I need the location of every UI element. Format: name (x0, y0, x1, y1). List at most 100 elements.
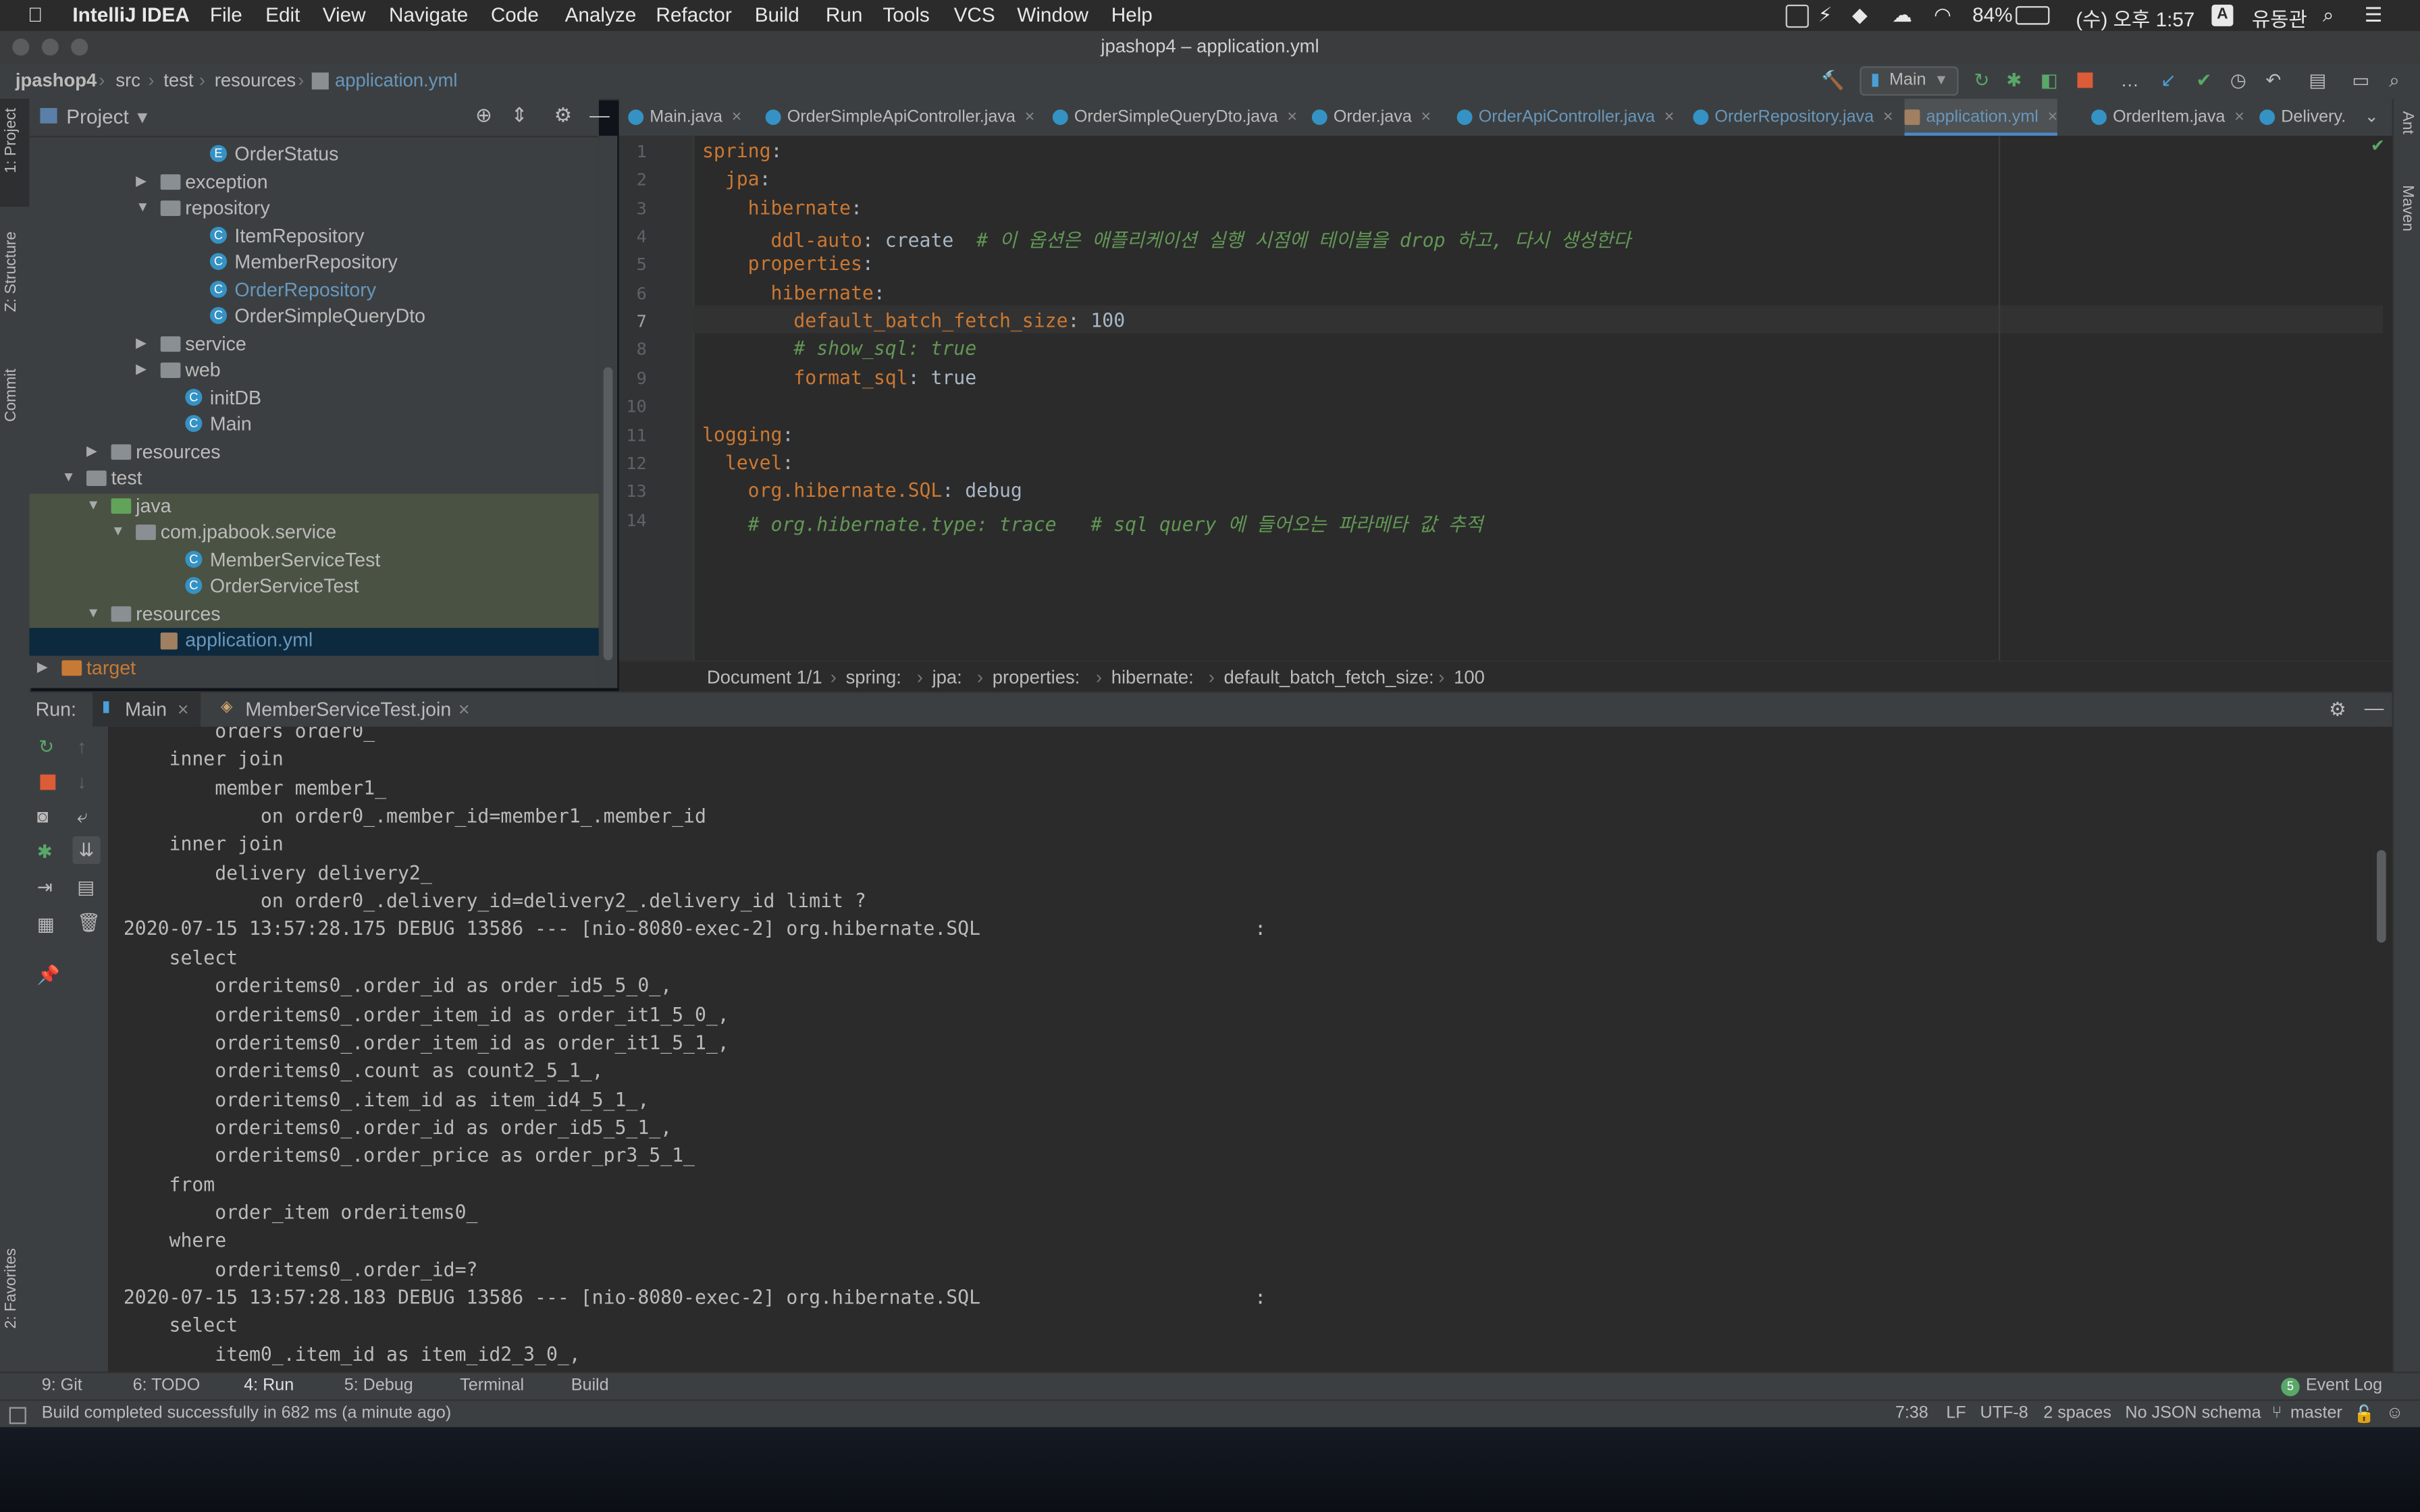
project-view-title[interactable]: Project (66, 105, 128, 128)
debug-icon[interactable]: ✱ (2006, 70, 2022, 91)
editor-breadcrumb-item[interactable]: spring: (846, 666, 901, 688)
user-name[interactable]: 유동관 (2252, 3, 2307, 32)
expanded-arrow-icon[interactable]: ▼ (61, 469, 75, 485)
gear-icon[interactable]: ⚙ (554, 103, 573, 128)
code-line[interactable]: level: (702, 452, 794, 473)
app-menu[interactable]: IntelliJ IDEA (72, 3, 189, 26)
stripe-favorites[interactable]: 2: Favorites (3, 1248, 20, 1328)
code-line[interactable]: # show_sql: true (702, 339, 976, 360)
editor-tab[interactable]: OrderSimpleApiController.java × (765, 99, 1035, 136)
screenshot-icon[interactable] (1785, 4, 1809, 28)
collapsed-arrow-icon[interactable]: ▶ (136, 172, 147, 189)
stripe-maven[interactable]: Maven (2398, 185, 2415, 232)
tree-item[interactable]: ▼ java (29, 493, 598, 520)
debug-tool-button[interactable]: 5: Debug (344, 1376, 413, 1395)
tree-item[interactable]: C OrderRepository (29, 277, 598, 304)
evernote-icon[interactable]: ◆ (1852, 3, 1868, 28)
menu-vcs[interactable]: VCS (954, 3, 995, 26)
import-icon[interactable]: ⇥ (37, 876, 55, 898)
stripe-structure[interactable]: Z: Structure (3, 232, 20, 312)
build-hammer-icon[interactable]: 🔨 (1821, 70, 1844, 91)
stop-icon[interactable] (2077, 72, 2093, 88)
nav-crumb-src[interactable]: src (115, 70, 140, 91)
tree-item[interactable]: E OrderStatus (29, 142, 598, 169)
run-tab-test[interactable]: ◈ MemberServiceTest.join × (211, 693, 489, 726)
close-icon[interactable]: × (2048, 108, 2058, 126)
editor-tab[interactable]: Main.java × (628, 99, 741, 136)
editor-breadcrumb-item[interactable]: default_batch_fetch_size: (1224, 666, 1434, 688)
code-line[interactable]: spring: (702, 140, 782, 162)
dropzone-icon[interactable]: ⚡ (1818, 3, 1833, 28)
scroll-to-end-icon[interactable]: ⇊ (72, 836, 101, 864)
layout-icon[interactable]: ▦ (37, 913, 55, 935)
trash-icon[interactable]: 🗑 (77, 912, 101, 934)
memory-indicator-icon[interactable]: ☺ (2386, 1404, 2404, 1422)
editor-breadcrumb-item[interactable]: 100 (1454, 666, 1485, 688)
json-schema[interactable]: No JSON schema (2125, 1404, 2261, 1422)
close-icon[interactable]: × (1025, 108, 1035, 126)
tree-item[interactable]: C MemberServiceTest (29, 547, 598, 574)
run-console[interactable]: orders order0_ inner join member member1… (107, 726, 2371, 1372)
project-scrollbar-thumb[interactable] (603, 367, 613, 661)
rollback-icon[interactable]: ↶ (2265, 70, 2281, 91)
print-icon[interactable]: ▤ (77, 876, 95, 898)
menu-analyze[interactable]: Analyze (565, 3, 637, 26)
run-config-select[interactable]: ▮ Main ▾ (1860, 66, 1959, 96)
todo-tool-button[interactable]: 6: TODO (133, 1376, 201, 1395)
menu-navigate[interactable]: Navigate (389, 3, 468, 26)
editor-breadcrumb-item[interactable]: jpa: (932, 666, 962, 688)
inspection-ok-icon[interactable]: ✔ (2371, 136, 2385, 155)
event-log-button[interactable]: Event Log (2306, 1376, 2382, 1395)
code-line[interactable]: org.hibernate.SQL: debug (702, 480, 1022, 502)
creative-cloud-icon[interactable]: ☁ (1892, 3, 1912, 28)
close-icon[interactable]: × (178, 699, 189, 720)
tree-item[interactable]: application.yml (29, 628, 599, 655)
hide-icon[interactable]: — (2365, 697, 2384, 719)
tree-item[interactable]: ▼ test (29, 466, 598, 493)
battery-percent[interactable]: 84% (1972, 3, 2012, 26)
vcs-update-icon[interactable]: ↙ (2161, 70, 2176, 91)
code-line[interactable]: # org.hibernate.type: trace # sql query … (702, 508, 1483, 536)
nav-crumb-resources[interactable]: resources (215, 70, 296, 91)
close-icon[interactable]: × (1883, 108, 1893, 126)
editor-breadcrumb-item[interactable]: Document 1/1 (707, 666, 822, 688)
tree-item[interactable]: C ItemRepository (29, 223, 598, 250)
git-tool-button[interactable]: 9: Git (42, 1376, 82, 1395)
tree-item[interactable]: ▶ service (29, 331, 598, 358)
code-line[interactable]: logging: (702, 423, 793, 445)
clock[interactable]: (수) 오후 1:57 (2076, 3, 2194, 32)
more-actions-icon[interactable]: … (2121, 70, 2139, 91)
editor-tab[interactable]: OrderApiController.java × (1456, 99, 1674, 136)
menu-run[interactable]: Run (826, 3, 863, 26)
tree-item[interactable]: C MemberRepository (29, 250, 598, 277)
close-icon[interactable]: × (2234, 108, 2244, 126)
editor-tab[interactable]: OrderItem.java × (2091, 99, 2244, 136)
chevron-down-icon[interactable]: ▾ (137, 105, 147, 130)
collapse-all-icon[interactable]: ⇕ (511, 103, 528, 128)
tree-item[interactable]: ▶ web (29, 358, 598, 385)
tool-windows-toggle-icon[interactable] (9, 1407, 26, 1424)
menu-build[interactable]: Build (755, 3, 799, 26)
code-line[interactable]: properties: (702, 254, 874, 275)
menu-refactor[interactable]: Refactor (656, 3, 731, 26)
tree-item[interactable]: C Main (29, 412, 598, 439)
stripe-commit[interactable]: Commit (3, 369, 20, 422)
editor-tab[interactable]: Delivery. (2259, 99, 2346, 136)
close-icon[interactable]: × (1287, 108, 1297, 126)
vcs-commit-icon[interactable]: ✔ (2197, 70, 2212, 91)
expanded-arrow-icon[interactable]: ▼ (86, 496, 100, 512)
pin-icon[interactable]: 📌 (37, 965, 60, 986)
console-scrollbar-thumb[interactable] (2376, 850, 2386, 943)
nav-crumb-project[interactable]: jpashop4 (16, 70, 97, 91)
nav-crumb-test[interactable]: test (163, 70, 193, 91)
project-scrollbar[interactable] (598, 136, 618, 688)
code-editor[interactable]: 1 2 3 4 5 6 7 8 9 10 11 12 13 14 spring: jpa: hiberna… (619, 136, 2392, 661)
rerun-icon[interactable]: ↻ (1974, 70, 1989, 91)
menu-file[interactable]: File (210, 3, 242, 26)
hide-icon[interactable]: — (589, 103, 610, 126)
code-line[interactable]: hibernate: (702, 282, 885, 304)
menu-window[interactable]: Window (1017, 3, 1088, 26)
caret-position[interactable]: 7:38 (1895, 1404, 1928, 1422)
collapsed-arrow-icon[interactable]: ▶ (136, 334, 147, 351)
search-icon[interactable]: ⌕ (2389, 70, 2399, 92)
